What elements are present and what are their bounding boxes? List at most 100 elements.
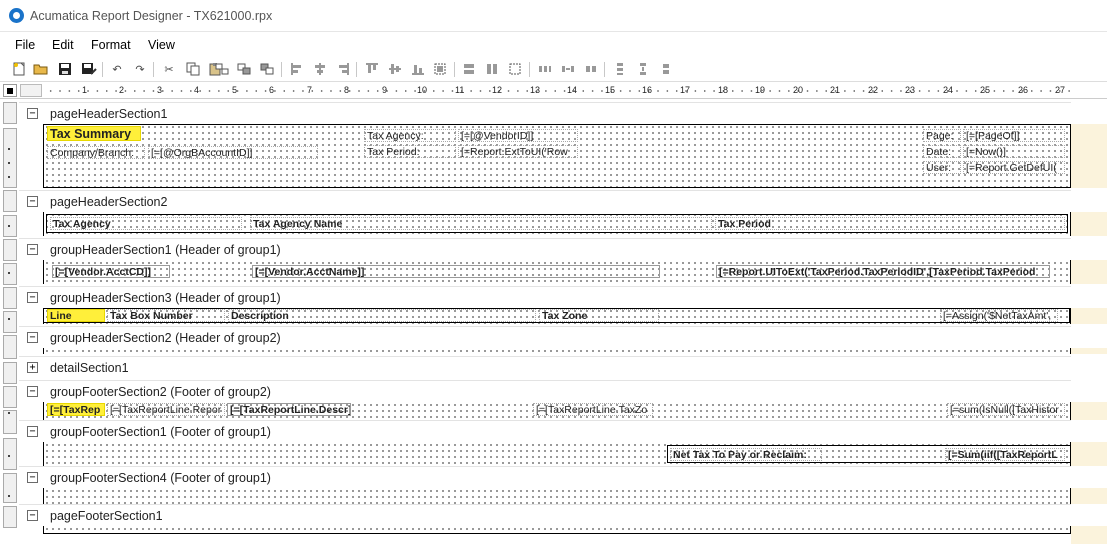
field-tax-agency[interactable]: [=[@VendorID]] [458,129,578,142]
collapse-toggle[interactable]: − [27,292,38,303]
label-user[interactable]: User: [923,161,961,174]
save-icon[interactable] [57,61,73,77]
same-height-icon[interactable] [484,61,500,77]
bring-front-icon[interactable] [236,61,252,77]
collapse-toggle[interactable]: − [27,472,38,483]
menu-view[interactable]: View [148,38,175,52]
menu-file[interactable]: File [15,38,35,52]
section-header-page-header-1[interactable]: − pageHeaderSection1 [19,102,1071,124]
align-center-icon[interactable] [312,61,328,77]
open-icon[interactable] [33,61,49,77]
new-icon[interactable] [11,61,27,77]
field-sum-net-tax[interactable]: [=Sum(iif([TaxReportL [945,448,1065,461]
menu-edit[interactable]: Edit [52,38,74,52]
collapse-toggle[interactable]: − [27,108,38,119]
copy-icon[interactable] [185,61,201,77]
section-header-group-header-2[interactable]: − groupHeaderSection2 (Header of group2) [19,326,1071,348]
field-tax-period-ext[interactable]: [=Report.UIToExt('TaxPeriod.TaxPeriodID'… [716,265,1050,278]
hspace-equal-icon[interactable] [537,61,553,77]
label-company-branch[interactable]: Company/Branch: [47,146,145,159]
section-header-group-footer-1[interactable]: − groupFooterSection1 (Footer of group1) [19,420,1071,442]
save-as-icon[interactable] [81,61,97,77]
field-tax-period[interactable]: [=Report.ExtToUI('Row [458,145,578,158]
collapse-toggle[interactable]: − [27,196,38,207]
section-selector[interactable] [3,362,17,384]
section-selector[interactable] [3,473,17,503]
header-tax-box-number[interactable]: Tax Box Number [107,309,225,322]
section-header-group-footer-2[interactable]: − groupFooterSection2 (Footer of group2) [19,380,1071,402]
section-selector[interactable] [3,239,17,261]
section-selector[interactable] [3,438,17,470]
header-tax-agency[interactable]: Tax Agency [50,217,242,230]
section-selector[interactable] [3,263,17,285]
label-tax-period[interactable]: Tax Period: [364,145,456,158]
collapse-toggle[interactable]: − [27,510,38,521]
align-right-icon[interactable] [335,61,351,77]
label-net-tax-to-pay[interactable]: Net Tax To Pay or Reclaim: [670,448,822,461]
section-selector[interactable] [3,335,17,359]
field-sum-tax-history[interactable]: [=sum(IsNull([TaxHistor [947,403,1065,416]
align-middle-icon[interactable] [387,61,403,77]
section-selector[interactable] [3,506,17,528]
undo-icon[interactable]: ↶ [109,61,125,77]
field-vendor-acct-name[interactable]: [=[Vendor.AcctName]] [252,265,660,278]
field-assign-net-tax[interactable]: [=Assign('$NetTaxAmt', [940,309,1058,322]
redo-icon[interactable]: ↷ [132,61,148,77]
section-selector[interactable] [3,311,17,333]
field-tax-report-line-descr[interactable]: [=[TaxReportLine.Descr]] [227,403,351,416]
header-tax-agency-name[interactable]: Tax Agency Name [250,217,712,230]
field-page[interactable]: [=[PageOf]] [963,129,1065,142]
copy-format-icon[interactable] [214,61,230,77]
vspace-equal-icon[interactable] [612,61,628,77]
section-header-group-header-1[interactable]: − groupHeaderSection1 (Header of group1) [19,238,1071,260]
align-left-icon[interactable] [289,61,305,77]
align-top-icon[interactable] [364,61,380,77]
align-bottom-icon[interactable] [410,61,426,77]
section-header-detail[interactable]: + detailSection1 [19,356,1071,378]
report-title[interactable]: Tax Summary [47,126,141,141]
collapse-toggle[interactable]: − [27,426,38,437]
section-selector[interactable] [3,287,17,309]
section-selector[interactable] [3,128,17,188]
header-tax-zone[interactable]: Tax Zone [539,309,659,322]
label-tax-agency[interactable]: Tax Agency: [364,129,456,142]
vspace-decrease-icon[interactable] [658,61,674,77]
section-header-page-header-2[interactable]: − pageHeaderSection2 [19,190,1071,212]
field-vendor-acct-cd[interactable]: [=[Vendor.AcctCD]] [52,265,170,278]
send-back-icon[interactable] [259,61,275,77]
collapse-toggle[interactable]: − [27,332,38,343]
expand-toggle[interactable]: + [27,362,38,373]
hspace-decrease-icon[interactable] [583,61,599,77]
section-selector[interactable] [3,215,17,237]
header-description[interactable]: Description [228,309,536,322]
field-tax-report-line-repor[interactable]: [=[TaxReportLine.Repor [107,403,225,416]
field-tax-report-line-taxzone[interactable]: [=[TaxReportLine.TaxZo [533,403,653,416]
same-size-icon[interactable] [507,61,523,77]
field-tax-report-line[interactable]: [=[TaxRep [47,403,105,416]
align-grid-icon[interactable] [432,61,448,77]
section-header-page-footer-1[interactable]: − pageFooterSection1 [19,504,1071,526]
hspace-increase-icon[interactable] [560,61,576,77]
menu-format[interactable]: Format [91,38,131,52]
section-selector[interactable] [3,190,17,212]
collapse-toggle[interactable]: − [27,244,38,255]
select-all-corner[interactable] [3,84,17,97]
field-date[interactable]: [=Now()] [963,145,1065,158]
section-selector[interactable] [3,386,17,408]
field-company-branch[interactable]: [=[@OrgBAccountID]] [148,146,318,159]
same-width-icon[interactable] [461,61,477,77]
label-page[interactable]: Page: [923,129,961,142]
right-margin [1071,442,1107,466]
section-selector[interactable] [3,102,17,124]
ruler-header-cell [20,84,42,97]
cut-icon[interactable]: ✂ [161,61,177,77]
header-tax-period[interactable]: Tax Period [715,217,1065,230]
section-header-group-header-3[interactable]: − groupHeaderSection3 (Header of group1) [19,286,1071,308]
label-date[interactable]: Date: [923,145,961,158]
section-header-group-footer-4[interactable]: − groupFooterSection4 (Footer of group1) [19,466,1071,488]
header-line[interactable]: Line [47,309,105,322]
section-selector[interactable] [3,410,17,434]
vspace-increase-icon[interactable] [635,61,651,77]
field-user[interactable]: [=Report.GetDefUI( [963,161,1065,174]
collapse-toggle[interactable]: − [27,386,38,397]
